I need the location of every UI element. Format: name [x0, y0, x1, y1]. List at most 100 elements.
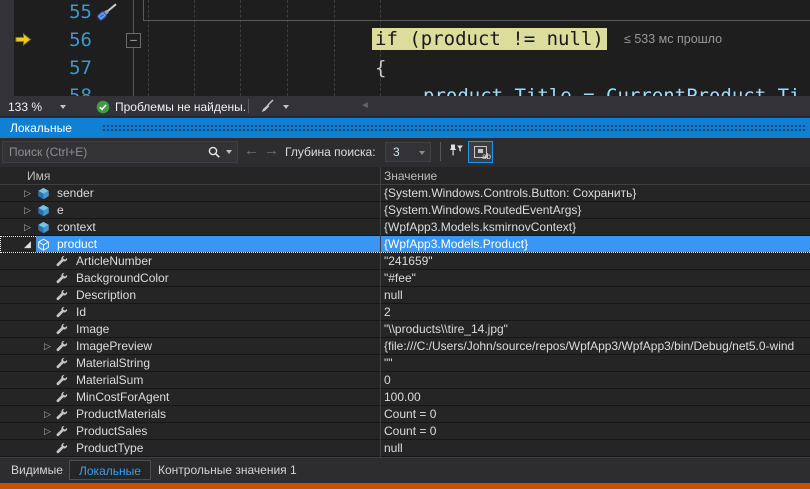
variable-value: {WpfApp3.Models.Product}	[384, 237, 808, 251]
collapse-arrow-icon[interactable]: ◢	[24, 239, 31, 249]
problems-status[interactable]: Проблемы не найдены.	[115, 100, 246, 114]
property-wrench-icon	[56, 323, 68, 338]
table-row[interactable]: Description null	[0, 287, 810, 304]
tool-window-tabs: Видимые Локальные Контрольные значения 1	[0, 457, 810, 483]
search-icon[interactable]	[207, 145, 221, 164]
search-options-caret[interactable]	[226, 150, 232, 154]
table-row[interactable]: ▷ sender{System.Windows.Controls.Button:…	[0, 185, 810, 202]
variable-value: 0	[384, 373, 808, 387]
collapse-toggle[interactable]: –	[126, 33, 141, 48]
table-row[interactable]: ArticleNumber "241659"	[0, 253, 810, 270]
format-values-icon: ab	[474, 146, 487, 158]
variable-value: "\\products\\tire_14.jpg"	[384, 322, 808, 336]
property-wrench-icon	[56, 289, 68, 304]
panel-title: Локальные	[10, 121, 72, 135]
pin-values-button[interactable]	[446, 143, 466, 162]
search-back-button[interactable]: ←	[244, 143, 259, 159]
line-number: 58	[0, 84, 92, 96]
titlebar-grip[interactable]	[102, 124, 807, 133]
property-wrench-icon	[56, 408, 68, 423]
table-row[interactable]: MaterialSum0	[0, 372, 810, 389]
table-row[interactable]: BackgroundColor"#fee"	[0, 270, 810, 287]
variable-value: {System.Windows.RoutedEventArgs}	[384, 203, 808, 217]
variable-name: ArticleNumber	[76, 254, 152, 268]
object-cube-icon	[37, 187, 50, 203]
table-row[interactable]: ▷ ProductMaterials Count = 0	[0, 406, 810, 423]
search-depth-label: Глубина поиска:	[285, 145, 376, 159]
variable-value: "241659"	[384, 254, 808, 268]
line-number: 55	[0, 0, 92, 24]
table-row[interactable]: ProductTypenull	[0, 440, 810, 457]
object-cube-icon	[37, 204, 50, 220]
table-row[interactable]: Image "\\products\\tire_14.jpg"	[0, 321, 810, 338]
collapsed-region-border	[143, 0, 144, 20]
variable-name: MaterialString	[76, 356, 150, 370]
table-row[interactable]: Id2	[0, 304, 810, 321]
locals-toolbar: ← → Глубина поиска: 3 ab	[0, 138, 810, 167]
table-row[interactable]: ▷ context{WpfApp3.Models.ksmirnovContext…	[0, 219, 810, 236]
indent-guide	[334, 0, 335, 96]
variable-value: {file:///C:/Users/John/source/repos/WpfA…	[384, 339, 808, 353]
separator	[440, 142, 441, 161]
expand-arrow-icon[interactable]: ▷	[44, 341, 51, 351]
property-wrench-icon	[56, 340, 68, 355]
chevron-down-icon[interactable]	[60, 105, 66, 109]
indent-guide	[287, 0, 288, 96]
variable-value: Count = 0	[384, 424, 808, 438]
code-cleanup-broom-icon[interactable]	[259, 99, 275, 119]
table-row[interactable]: MaterialString""	[0, 355, 810, 372]
expand-arrow-icon[interactable]: ▷	[44, 409, 51, 419]
table-row[interactable]: ▷ ProductSales Count = 0	[0, 423, 810, 440]
variable-name: ProductMaterials	[76, 407, 166, 421]
variable-value: 2	[384, 305, 808, 319]
expand-arrow-icon[interactable]: ▷	[44, 426, 51, 436]
variable-name: Description	[76, 288, 136, 302]
code-line-58: product.Title = CurrentProduct.Ti	[423, 84, 801, 96]
variable-value: Count = 0	[384, 407, 808, 421]
chevron-down-icon[interactable]	[283, 105, 289, 109]
variable-name: ImagePreview	[76, 339, 152, 353]
tab-autos[interactable]: Видимые	[2, 460, 72, 480]
column-separator[interactable]	[380, 167, 381, 457]
property-wrench-icon	[56, 425, 68, 440]
variable-value: "#fee"	[384, 271, 808, 285]
tab-locals[interactable]: Локальные	[69, 460, 151, 480]
property-wrench-icon	[56, 391, 68, 406]
search-forward-button[interactable]: →	[264, 143, 279, 159]
table-row[interactable]: ▷ e{System.Windows.RoutedEventArgs}	[0, 202, 810, 219]
search-depth-select[interactable]: 3	[385, 142, 431, 162]
expand-arrow-icon[interactable]: ▷	[24, 205, 31, 215]
format-values-button[interactable]: ab	[468, 141, 493, 163]
variable-name: sender	[57, 186, 94, 200]
variable-value: null	[384, 288, 808, 302]
collapsed-region-border	[143, 20, 810, 21]
indent-guide	[194, 0, 195, 96]
property-wrench-icon	[56, 255, 68, 270]
expand-arrow-icon[interactable]: ▷	[24, 188, 31, 198]
outlining-margin-line	[133, 0, 134, 96]
screwdriver-icon	[95, 0, 121, 28]
tab-watch1[interactable]: Контрольные значения 1	[149, 460, 306, 480]
code-editor[interactable]: 55 56 57 58 – if (product != null) ≤ 533…	[0, 0, 810, 96]
property-wrench-icon	[56, 272, 68, 287]
table-row[interactable]: ◢ product{WpfApp3.Models.Product}	[0, 236, 810, 253]
check-circle-icon	[96, 100, 110, 119]
variable-name: Image	[76, 322, 109, 336]
table-row[interactable]: MinCostForAgent100.00	[0, 389, 810, 406]
object-cube-icon	[37, 221, 50, 237]
line-number: 56	[0, 28, 92, 52]
variable-name: ProductSales	[76, 424, 147, 438]
code-line-57: {	[375, 56, 386, 80]
locals-panel-titlebar[interactable]: Локальные	[0, 118, 810, 138]
column-header-name[interactable]: Имя	[27, 169, 50, 183]
current-statement-highlight: if (product != null)	[372, 28, 607, 50]
perf-tip[interactable]: ≤ 533 мс прошло	[624, 32, 722, 46]
chevron-down-icon	[419, 151, 425, 155]
variable-value: {WpfApp3.Models.ksmirnovContext}	[384, 220, 808, 234]
column-header-value[interactable]: Значение	[384, 169, 437, 183]
expand-arrow-icon[interactable]: ▷	[24, 222, 31, 232]
table-row[interactable]: ▷ ImagePreview {file:///C:/Users/John/sou…	[0, 338, 810, 355]
search-input[interactable]	[2, 141, 238, 163]
zoom-select[interactable]: 133 %	[8, 100, 42, 114]
scrollbar-left-arrow[interactable]: ◄	[360, 100, 370, 111]
